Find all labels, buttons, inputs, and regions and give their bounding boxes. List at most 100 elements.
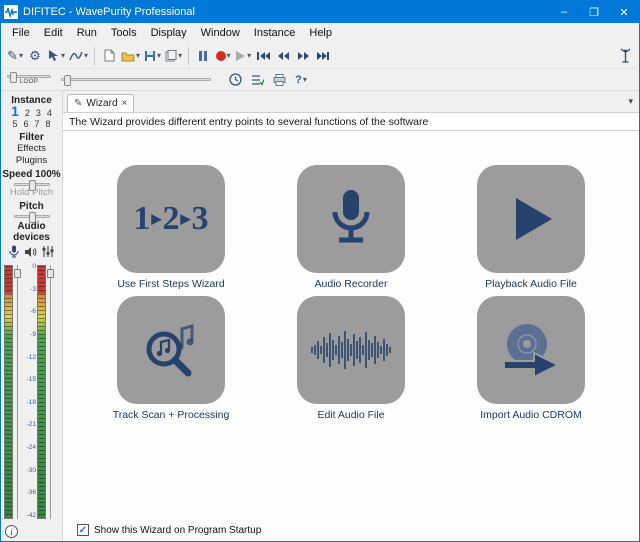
menu-display[interactable]: Display <box>144 25 194 41</box>
instance-1-button[interactable]: 1 <box>11 106 19 117</box>
tile-track-scan: Track Scan + Processing <box>113 296 230 421</box>
dropdown-icon: ▾ <box>19 51 23 60</box>
menu-file[interactable]: File <box>5 25 37 41</box>
play-button[interactable]: ▾ <box>234 46 252 66</box>
volume-fader-right[interactable] <box>48 265 53 519</box>
scale-tick: -6 <box>30 308 36 315</box>
instance-row-2: 5 6 7 8 <box>1 119 62 130</box>
export-button[interactable]: ▾ <box>164 46 183 66</box>
volume-fader-right-knob[interactable] <box>47 269 54 278</box>
menu-bar: File Edit Run Tools Display Window Insta… <box>1 23 639 43</box>
skip-end-button[interactable] <box>314 46 332 66</box>
print-button[interactable] <box>270 70 288 90</box>
pitch-header: Pitch <box>1 201 62 212</box>
instance-3-button[interactable]: 3 <box>36 108 41 119</box>
pause-button[interactable] <box>194 46 212 66</box>
steps-123-icon: 1 ▶ 2 ▶ 3 <box>134 200 209 238</box>
cd-arrow-icon <box>500 320 562 380</box>
track-scan-button[interactable] <box>117 296 225 404</box>
pitch-slider[interactable] <box>14 215 50 218</box>
instance-8-button[interactable]: 8 <box>46 119 51 130</box>
startup-checkbox[interactable]: ✓ <box>77 524 89 536</box>
record-button[interactable]: ▾ <box>214 46 232 66</box>
menu-help[interactable]: Help <box>302 25 339 41</box>
skip-start-button[interactable] <box>254 46 272 66</box>
info-button[interactable]: i <box>5 525 18 538</box>
title-bar: DIFITEC - WavePurity Professional – ❐ ✕ <box>1 1 639 23</box>
clock-icon <box>229 73 242 86</box>
maximize-button[interactable]: ❐ <box>579 1 609 23</box>
pitch-slider-thumb[interactable] <box>29 212 36 223</box>
gear-icon: ⚙ <box>29 48 41 64</box>
skip-end-icon <box>316 51 330 61</box>
tasklist-button[interactable] <box>248 70 266 90</box>
first-steps-wizard-button[interactable]: 1 ▶ 2 ▶ 3 <box>117 165 225 273</box>
forward-button[interactable] <box>294 46 312 66</box>
volume-fader-left-knob[interactable] <box>14 269 21 278</box>
menu-edit[interactable]: Edit <box>37 25 70 41</box>
level-meter-right <box>37 265 46 519</box>
scale-tick: -30 <box>27 467 36 474</box>
open-file-button[interactable]: ▾ <box>120 46 141 66</box>
tab-list-dropdown-icon[interactable]: ▾ <box>628 96 633 107</box>
loop-label: LOOP <box>20 79 39 85</box>
import-cdrom-button[interactable] <box>477 296 585 404</box>
tile-label: Track Scan + Processing <box>113 409 230 421</box>
volume-fader-left[interactable] <box>15 265 20 519</box>
tab-close-icon[interactable]: × <box>122 98 128 109</box>
plugins-link[interactable]: Plugins <box>1 155 62 167</box>
speed-slider-thumb[interactable] <box>29 180 36 191</box>
menu-tools[interactable]: Tools <box>104 25 144 41</box>
instance-6-button[interactable]: 6 <box>23 119 28 130</box>
instance-2-button[interactable]: 2 <box>25 108 30 119</box>
mixer-faders-icon[interactable] <box>42 245 54 258</box>
sidebar: Instance 1 2 3 4 5 6 7 8 Filter Effects … <box>1 91 63 541</box>
edit-audio-button[interactable] <box>297 296 405 404</box>
minimize-button[interactable]: – <box>549 1 579 23</box>
dropdown-icon: ▾ <box>303 75 307 84</box>
new-file-button[interactable] <box>100 46 118 66</box>
instance-4-button[interactable]: 4 <box>47 108 52 119</box>
tile-playback: Playback Audio File <box>477 165 585 290</box>
timer-button[interactable] <box>226 70 244 90</box>
scale-tick: -9 <box>30 331 36 338</box>
effects-link[interactable]: Effects <box>1 143 62 155</box>
curve-icon <box>69 50 83 62</box>
help-button[interactable]: ?▾ <box>292 70 310 90</box>
save-icon <box>144 50 156 62</box>
position-slider-thumb[interactable] <box>64 75 71 86</box>
microphone-small-icon[interactable] <box>9 245 19 258</box>
tab-wizard[interactable]: ✎ Wizard × <box>67 94 134 112</box>
position-slider[interactable] <box>61 78 211 81</box>
audio-recorder-button[interactable] <box>297 165 405 273</box>
tile-label: Use First Steps Wizard <box>117 278 224 290</box>
main-toolbar: ✎▾ ⚙ ▾ ▾ ▾ ▾ ▾ ▾ <box>1 43 639 69</box>
app-logo-icon <box>1 5 21 19</box>
edit-tool-button[interactable]: ✎▾ <box>6 46 24 66</box>
toolbar2-icons: ?▾ <box>225 70 311 90</box>
dropdown-icon: ▾ <box>178 51 182 60</box>
loop-slider[interactable]: LOOP <box>7 75 51 85</box>
tile-edit-audio: Edit Audio File <box>297 296 405 421</box>
menu-run[interactable]: Run <box>70 25 104 41</box>
select-tool-button[interactable]: ▾ <box>46 46 66 66</box>
menu-instance[interactable]: Instance <box>247 25 303 41</box>
rewind-button[interactable] <box>274 46 292 66</box>
close-button[interactable]: ✕ <box>609 1 639 23</box>
speed-slider[interactable] <box>14 183 50 186</box>
rewind-icon <box>277 51 289 61</box>
playback-audio-button[interactable] <box>477 165 585 273</box>
loop-slider-thumb[interactable] <box>10 72 17 83</box>
curve-tool-button[interactable]: ▾ <box>68 46 89 66</box>
menu-window[interactable]: Window <box>194 25 247 41</box>
speaker-icon[interactable] <box>24 246 37 258</box>
pencil-icon: ✎ <box>74 98 82 109</box>
window-title: DIFITEC - WavePurity Professional <box>21 6 549 18</box>
skip-start-icon <box>256 51 270 61</box>
settings-button[interactable]: ⚙ <box>26 46 44 66</box>
instance-7-button[interactable]: 7 <box>35 119 40 130</box>
save-file-button[interactable]: ▾ <box>143 46 162 66</box>
app-body: Instance 1 2 3 4 5 6 7 8 Filter Effects … <box>1 91 639 541</box>
instance-5-button[interactable]: 5 <box>12 119 17 130</box>
tuner-button[interactable] <box>616 46 634 66</box>
